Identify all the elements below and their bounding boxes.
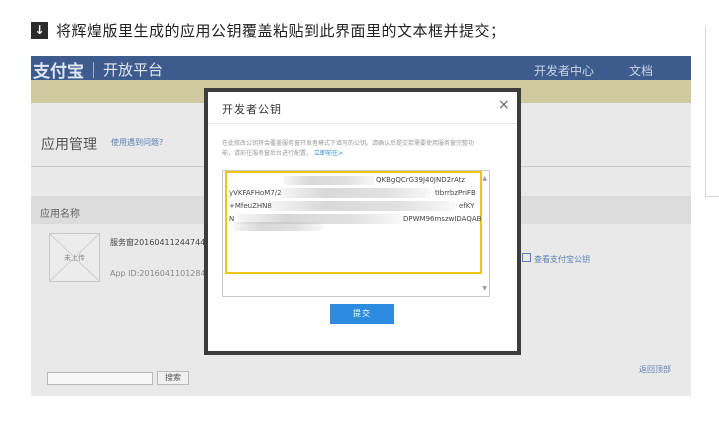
back-to-top-link[interactable]: 返回顶部: [639, 364, 671, 375]
thumbnail-label: 未上传: [64, 254, 85, 262]
dialog-title: 开发者公钥: [222, 103, 282, 116]
redaction-blur: [283, 176, 375, 185]
site-logo: 支付宝: [33, 62, 84, 82]
header-link-developer-center[interactable]: 开发者中心: [534, 62, 594, 79]
redaction-blur: [233, 222, 323, 231]
instruction-line: ↓ 将辉煌版里生成的应用公钥覆盖粘贴到此界面里的文本框并提交；: [31, 19, 506, 41]
column-app-name: 应用名称: [40, 209, 80, 220]
developer-public-key-dialog: 开发者公钥 × 在此修改公钥将会覆盖服务窗开发者模式下填写的公钥。请确认后提交若…: [204, 88, 521, 355]
key-line: yVKFAFHoM7/2: [229, 189, 282, 197]
site-platform-name: 开放平台: [103, 61, 164, 79]
app-thumbnail: 未上传: [49, 233, 100, 282]
scroll-up-icon[interactable]: ▲: [482, 175, 487, 182]
page-title: 应用管理: [41, 137, 97, 153]
header-link-docs[interactable]: 文档: [629, 62, 653, 79]
search-input[interactable]: [47, 372, 153, 385]
description-text: 在此修改公钥将会覆盖服务窗开发者模式下填写的公钥。请确认后提交若需要使用服务窗完…: [222, 140, 475, 157]
redaction-blur: [269, 201, 455, 211]
search-button[interactable]: 搜索: [157, 371, 189, 385]
dialog-title-divider: [208, 123, 517, 124]
public-key-textarea[interactable]: QKBgQCrG39J40JND2rAtz yVKFAFHoM7/2 tIbrr…: [222, 170, 490, 297]
logo-separator: [93, 62, 94, 78]
key-line: efKY: [459, 202, 475, 210]
help-link[interactable]: 使用遇到问题?: [111, 137, 163, 148]
edge-divider: [705, 26, 706, 198]
key-line: +MfeuZHN8: [229, 202, 272, 210]
instruction-text: 将辉煌版里生成的应用公钥覆盖粘贴到此界面里的文本框并提交；: [56, 21, 506, 40]
key-line: DPWM96mszwIDAQAB: [403, 215, 482, 223]
submit-button[interactable]: 提交: [330, 304, 394, 324]
redaction-blur: [279, 188, 431, 198]
screenshot-root: ↓ 将辉煌版里生成的应用公钥覆盖粘贴到此界面里的文本框并提交； 支付宝 开放平台…: [0, 0, 719, 429]
close-icon[interactable]: ×: [498, 97, 510, 113]
view-alipay-public-key-link[interactable]: 查看支付宝公钥: [534, 254, 590, 265]
key-line: QKBgQCrG39J40JND2rAtz: [376, 176, 466, 184]
dialog-description: 在此修改公钥将会覆盖服务窗开发者模式下填写的公钥。请确认后提交若需要使用服务窗完…: [222, 139, 480, 159]
key-icon: [522, 253, 531, 262]
go-now-link[interactable]: 立即前往>: [314, 150, 343, 157]
scroll-down-icon[interactable]: ▼: [482, 285, 487, 292]
down-arrow-icon: ↓: [31, 21, 48, 39]
key-line: tIbrrbzPriFB: [435, 189, 476, 197]
edge-divider-corner: [705, 196, 719, 197]
